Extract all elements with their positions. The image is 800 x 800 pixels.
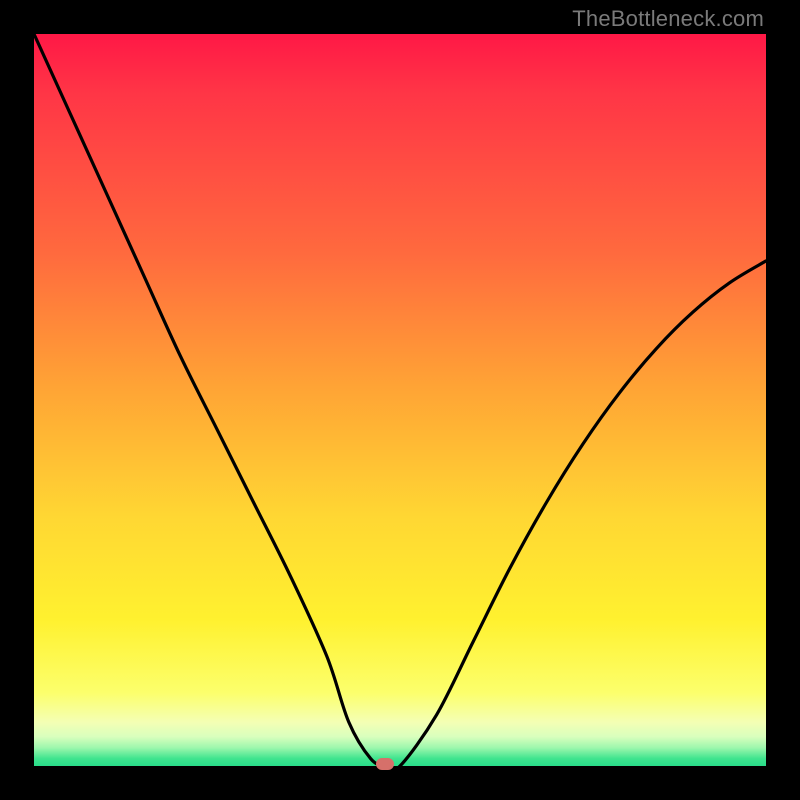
watermark-text: TheBottleneck.com: [572, 6, 764, 32]
optimal-point-marker: [376, 758, 394, 770]
bottleneck-curve: [34, 34, 766, 770]
chart-frame: TheBottleneck.com: [0, 0, 800, 800]
plot-area: [34, 34, 766, 766]
curve-svg: [34, 34, 766, 766]
